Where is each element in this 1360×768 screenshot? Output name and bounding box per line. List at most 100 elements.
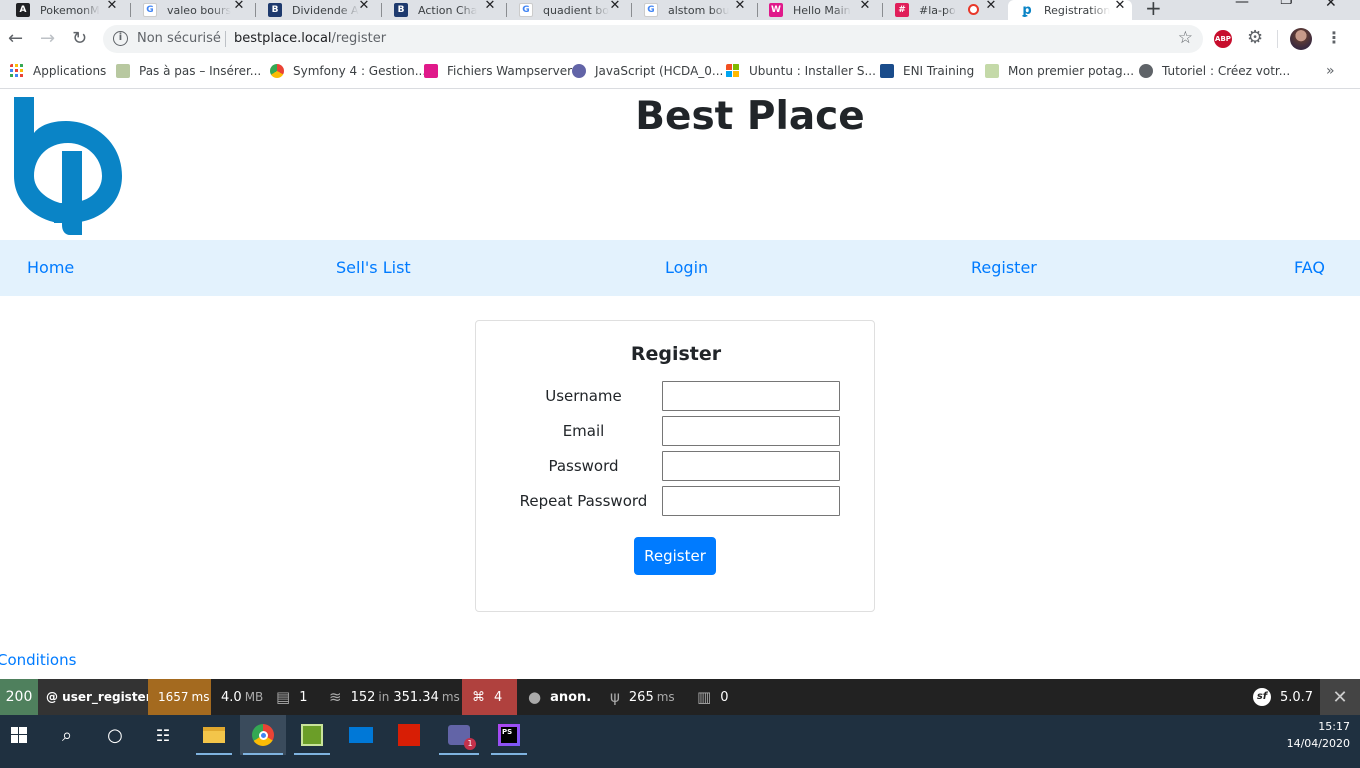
cache-panel[interactable]: ≋ 152 in 351.34 ms bbox=[329, 679, 460, 715]
url-text[interactable]: bestplace.local/register bbox=[234, 31, 386, 46]
chrome-taskbar-icon[interactable] bbox=[240, 715, 286, 755]
tab-6[interactable]: W Hello Main ✕ bbox=[769, 0, 873, 20]
nav-faq[interactable]: FAQ bbox=[1294, 258, 1325, 277]
tab-3[interactable]: B Action Cha ✕ bbox=[394, 0, 498, 20]
tab-label: valeo bours bbox=[167, 3, 232, 17]
tab-strip: A PokemonM ✕ G valeo bours ✕ B Dividende… bbox=[0, 0, 1360, 20]
register-submit-button[interactable]: Register bbox=[634, 537, 716, 575]
bookmark-wampserver[interactable]: Fichiers Wampserver bbox=[424, 64, 572, 78]
tab-close-icon[interactable]: ✕ bbox=[104, 0, 120, 16]
cache-time: 351.34 bbox=[393, 689, 439, 705]
route-name[interactable]: @ user_register bbox=[38, 679, 152, 715]
profile-avatar[interactable] bbox=[1290, 28, 1312, 50]
password-input[interactable] bbox=[662, 451, 840, 481]
tab-close-icon[interactable]: ✕ bbox=[1112, 0, 1128, 16]
adblock-plus-icon[interactable]: ABP bbox=[1214, 30, 1232, 48]
teams-taskbar-icon[interactable]: 1 bbox=[436, 715, 482, 755]
nav-register[interactable]: Register bbox=[971, 258, 1037, 277]
windows-taskbar: ⌕ ○ ☷ 1 PS 15:17 14/04/2020 bbox=[0, 715, 1360, 768]
acrobat-icon[interactable] bbox=[388, 715, 430, 755]
symfony-version[interactable]: sf 5.0.7 bbox=[1253, 679, 1313, 715]
reload-icon[interactable]: ↻ bbox=[72, 29, 87, 49]
tab-0[interactable]: A PokemonM ✕ bbox=[16, 0, 120, 20]
bookmark-ubuntu[interactable]: Ubuntu : Installer S... bbox=[726, 64, 876, 78]
tab-7[interactable]: # #la-po ✕ bbox=[895, 0, 999, 20]
forward-icon[interactable]: → bbox=[40, 29, 55, 49]
status-code[interactable]: 200 bbox=[0, 679, 38, 715]
request-time[interactable]: 1657 ms bbox=[148, 679, 211, 715]
security-label[interactable]: Non sécurisé bbox=[137, 31, 221, 46]
user-panel[interactable]: ● anon. bbox=[528, 679, 591, 715]
tab-close-icon[interactable]: ✕ bbox=[607, 0, 623, 16]
bookmark-javascript[interactable]: JavaScript (HCDA_0... bbox=[572, 64, 723, 78]
repeat-password-input[interactable] bbox=[662, 486, 840, 516]
phpstorm-icon[interactable]: PS bbox=[488, 715, 530, 755]
bookmark-tutoriel[interactable]: Tutoriel : Créez votr... bbox=[1139, 64, 1290, 78]
tab-4[interactable]: G quadient bo ✕ bbox=[519, 0, 623, 20]
twig-icon: ψ bbox=[610, 688, 620, 706]
bookmark-potager[interactable]: Mon premier potag... bbox=[985, 64, 1134, 78]
tab-divider bbox=[882, 3, 883, 17]
conditions-link[interactable]: Conditions bbox=[0, 651, 76, 669]
url-host: bestplace.local bbox=[234, 31, 332, 46]
tab-close-icon[interactable]: ✕ bbox=[482, 0, 498, 16]
tab-close-icon[interactable]: ✕ bbox=[732, 0, 748, 16]
task-view-icon[interactable]: ☷ bbox=[144, 715, 182, 755]
tab-5[interactable]: G alstom bou ✕ bbox=[644, 0, 748, 20]
address-bar[interactable]: i Non sécurisé bestplace.local/register … bbox=[103, 25, 1203, 53]
time-unit: ms bbox=[191, 690, 210, 704]
extension-gear-icon[interactable]: ⚙ bbox=[1247, 27, 1263, 48]
search-icon[interactable]: ⌕ bbox=[48, 715, 86, 755]
tab-8-active[interactable]: ꝑ Registration ✕ bbox=[1008, 0, 1132, 20]
file-explorer-icon[interactable] bbox=[193, 715, 235, 755]
twig-panel[interactable]: ψ 265 ms bbox=[610, 679, 675, 715]
window-close-icon[interactable]: ✕ bbox=[1325, 0, 1337, 11]
tab-divider bbox=[757, 3, 758, 17]
logs-panel[interactable]: ▤ 1 bbox=[276, 679, 307, 715]
browser-menu-icon[interactable]: ⋮ bbox=[1326, 28, 1342, 47]
bookmark-pas-a-pas[interactable]: Pas à pas – Insérer... bbox=[116, 64, 261, 78]
tab-divider bbox=[130, 3, 131, 17]
bookmarks-overflow-icon[interactable]: » bbox=[1326, 63, 1335, 79]
nav-home[interactable]: Home bbox=[27, 258, 74, 277]
teams-icon bbox=[572, 64, 586, 78]
tab-2[interactable]: B Dividende A ✕ bbox=[268, 0, 372, 20]
nav-sells-list[interactable]: Sell's List bbox=[336, 258, 411, 277]
back-icon[interactable]: ← bbox=[8, 29, 23, 49]
tab-close-icon[interactable]: ✕ bbox=[231, 0, 247, 16]
tab-close-icon[interactable]: ✕ bbox=[857, 0, 873, 16]
bookmark-symfony[interactable]: Symfony 4 : Gestion... bbox=[270, 64, 426, 78]
tab-close-icon[interactable]: ✕ bbox=[356, 0, 372, 16]
bookmark-applications[interactable]: Applications bbox=[10, 64, 106, 78]
bookmark-eni-training[interactable]: ENI Training bbox=[880, 64, 974, 78]
sublime-icon[interactable] bbox=[291, 715, 333, 755]
tab-1[interactable]: G valeo bours ✕ bbox=[143, 0, 247, 20]
database-icon: ▥ bbox=[697, 688, 712, 706]
bookmark-star-icon[interactable]: ☆ bbox=[1178, 28, 1193, 48]
layers-icon: ≋ bbox=[329, 688, 342, 706]
minimize-icon[interactable]: — bbox=[1235, 0, 1249, 10]
memory-usage[interactable]: 4.0 MB bbox=[221, 679, 263, 715]
email-input[interactable] bbox=[662, 416, 840, 446]
username-input[interactable] bbox=[662, 381, 840, 411]
windows-start-icon[interactable] bbox=[0, 715, 38, 755]
boursier-icon: B bbox=[268, 3, 282, 17]
wamp-icon: W bbox=[769, 3, 783, 17]
maximize-icon[interactable]: ❐ bbox=[1280, 0, 1293, 8]
main-nav: Home Sell's List Login Register FAQ bbox=[0, 240, 1360, 296]
system-clock[interactable]: 15:17 14/04/2020 bbox=[1287, 718, 1350, 752]
mail-icon[interactable] bbox=[340, 715, 382, 755]
clock-time: 15:17 bbox=[1318, 720, 1350, 733]
toolbar-close-button[interactable]: ✕ bbox=[1320, 679, 1360, 715]
nav-login[interactable]: Login bbox=[665, 258, 708, 277]
cortana-icon[interactable]: ○ bbox=[96, 715, 134, 755]
new-tab-button[interactable]: + bbox=[1145, 0, 1162, 20]
translation-panel[interactable]: ⌘ 4 bbox=[462, 679, 517, 715]
info-icon[interactable]: i bbox=[113, 31, 128, 46]
google-icon: G bbox=[644, 3, 658, 17]
tab-label: Action Cha bbox=[418, 3, 478, 17]
tab-close-icon[interactable]: ✕ bbox=[983, 0, 999, 16]
doctrine-panel[interactable]: ▥ 0 bbox=[697, 679, 728, 715]
translation-count: 4 bbox=[494, 689, 503, 705]
form-row-email: Email bbox=[476, 416, 876, 446]
